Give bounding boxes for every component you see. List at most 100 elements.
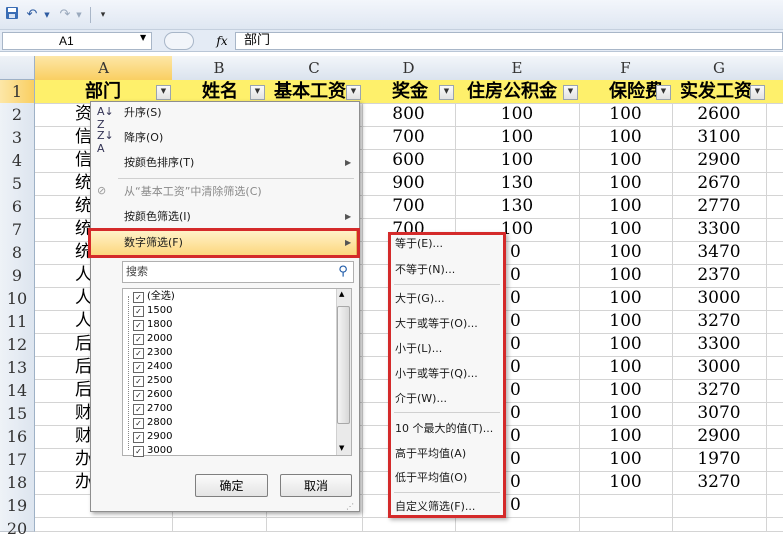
checkbox-checked-icon[interactable]: ✓ — [133, 306, 144, 317]
row-header-19[interactable]: 19 — [0, 494, 35, 518]
customize-icon[interactable]: ▾ — [96, 6, 110, 24]
table-cell[interactable] — [172, 517, 267, 532]
row-header-4[interactable]: 4 — [0, 149, 35, 173]
table-cell[interactable] — [672, 494, 767, 518]
table-cell[interactable] — [766, 379, 783, 403]
table-cell[interactable] — [766, 517, 783, 532]
row-header-12[interactable]: 12 — [0, 333, 35, 357]
table-cell[interactable] — [766, 264, 783, 288]
menu-item-filter-by-color[interactable]: 按颜色筛选(I) — [124, 208, 191, 226]
table-cell[interactable] — [766, 149, 783, 173]
row-header-16[interactable]: 16 — [0, 425, 35, 449]
list-item[interactable]: ✓ 3000 — [133, 444, 172, 458]
list-item[interactable]: ✓ 2000 — [133, 332, 172, 346]
list-item[interactable]: ✓ (全选) — [133, 290, 175, 304]
filter-dropdown-icon[interactable]: ▼ — [656, 85, 671, 100]
row-header-17[interactable]: 17 — [0, 448, 35, 472]
row-header-3[interactable]: 3 — [0, 126, 35, 150]
list-item[interactable]: ✓ 2300 — [133, 346, 172, 360]
table-cell[interactable] — [766, 425, 783, 449]
table-cell[interactable] — [766, 126, 783, 150]
menu-item-sort-asc[interactable]: 升序(S) — [124, 104, 162, 122]
list-item[interactable]: ✓ 1800 — [133, 318, 172, 332]
table-cell[interactable] — [766, 471, 783, 495]
list-item[interactable]: ✓ 2900 — [133, 430, 172, 444]
table-cell[interactable] — [766, 241, 783, 265]
table-cell[interactable] — [266, 517, 363, 532]
table-cell[interactable] — [579, 494, 673, 518]
menu-item-sort-desc[interactable]: 降序(O) — [124, 129, 163, 147]
checkbox-checked-icon[interactable]: ✓ — [133, 390, 144, 401]
row-header-20[interactable]: 20 — [0, 517, 35, 538]
list-item[interactable]: ✓ 2500 — [133, 374, 172, 388]
table-cell[interactable] — [766, 310, 783, 334]
table-cell[interactable] — [766, 448, 783, 472]
table-cell[interactable] — [766, 195, 783, 219]
table-cell[interactable] — [766, 172, 783, 196]
search-icon[interactable]: ⚲ — [334, 263, 352, 281]
row-header-7[interactable]: 7 — [0, 218, 35, 242]
row-header-5[interactable]: 5 — [0, 172, 35, 196]
ok-button[interactable]: 确定 — [195, 474, 268, 497]
scrollbar-thumb[interactable] — [337, 306, 350, 424]
row-header-10[interactable]: 10 — [0, 287, 35, 311]
menu-item-sort-by-color[interactable]: 按颜色排序(T) — [124, 154, 194, 172]
filter-dropdown-icon[interactable]: ▼ — [346, 85, 361, 100]
table-cell[interactable] — [766, 356, 783, 380]
filter-dropdown-icon[interactable]: ▼ — [250, 85, 265, 100]
undo-icon[interactable]: ↶ — [22, 6, 42, 24]
list-item[interactable]: ✓ 2400 — [133, 360, 172, 374]
list-item[interactable]: ✓ 2800 — [133, 416, 172, 430]
checkbox-checked-icon[interactable]: ✓ — [133, 432, 144, 443]
name-box-dropdown-icon[interactable]: ▼ — [140, 33, 146, 42]
filter-dropdown-icon[interactable]: ▼ — [156, 85, 171, 100]
name-box[interactable]: A1 — [2, 32, 152, 50]
row-header-9[interactable]: 9 — [0, 264, 35, 288]
checkbox-checked-icon[interactable]: ✓ — [133, 334, 144, 345]
save-icon[interactable] — [4, 6, 20, 24]
insert-function-icon[interactable]: fx — [212, 31, 232, 51]
checkbox-checked-icon[interactable]: ✓ — [133, 292, 144, 303]
checkbox-checked-icon[interactable]: ✓ — [133, 404, 144, 415]
table-cell[interactable] — [766, 494, 783, 518]
row-header-11[interactable]: 11 — [0, 310, 35, 334]
redo-icon[interactable]: ↷ — [56, 6, 74, 24]
list-item[interactable]: ✓ 2600 — [133, 388, 172, 402]
checkbox-checked-icon[interactable]: ✓ — [133, 348, 144, 359]
row-header-8[interactable]: 8 — [0, 241, 35, 265]
table-cell[interactable] — [672, 517, 767, 532]
column-header-a[interactable]: A — [35, 56, 173, 81]
checkbox-checked-icon[interactable]: ✓ — [133, 418, 144, 429]
row-header-15[interactable]: 15 — [0, 402, 35, 426]
list-item[interactable]: ✓ 2700 — [133, 402, 172, 416]
scroll-up-icon[interactable]: ▲ — [339, 290, 344, 298]
column-header-e[interactable]: E — [455, 56, 580, 81]
resize-grip-icon[interactable]: ⋰ — [346, 502, 354, 511]
filter-dropdown-icon[interactable]: ▼ — [439, 85, 454, 100]
filter-dropdown-icon[interactable]: ▼ — [750, 85, 765, 100]
table-cell[interactable] — [766, 103, 783, 127]
table-cell[interactable] — [455, 517, 580, 532]
column-header-d[interactable]: D — [362, 56, 456, 81]
column-header-next[interactable] — [766, 56, 783, 81]
checkbox-checked-icon[interactable]: ✓ — [133, 320, 144, 331]
table-cell[interactable] — [766, 218, 783, 242]
filter-search-input[interactable]: 搜索 — [122, 261, 354, 283]
row-header-13[interactable]: 13 — [0, 356, 35, 380]
select-all-corner[interactable] — [0, 56, 35, 80]
row-header-18[interactable]: 18 — [0, 471, 35, 495]
list-item[interactable]: ✓ 1500 — [133, 304, 172, 318]
table-cell[interactable] — [766, 333, 783, 357]
row-header-6[interactable]: 6 — [0, 195, 35, 219]
undo-dropdown-icon[interactable]: ▼ — [42, 6, 52, 24]
row-header-2[interactable]: 2 — [0, 103, 35, 127]
column-header-b[interactable]: B — [172, 56, 267, 81]
column-header-c[interactable]: C — [266, 56, 363, 81]
checkbox-checked-icon[interactable]: ✓ — [133, 362, 144, 373]
cancel-button[interactable]: 取消 — [280, 474, 352, 497]
checkbox-checked-icon[interactable]: ✓ — [133, 446, 144, 457]
table-cell[interactable] — [35, 517, 173, 532]
column-header-g[interactable]: G — [672, 56, 767, 81]
formula-bar-splitter[interactable] — [164, 32, 194, 50]
redo-dropdown-icon[interactable]: ▼ — [74, 6, 84, 24]
